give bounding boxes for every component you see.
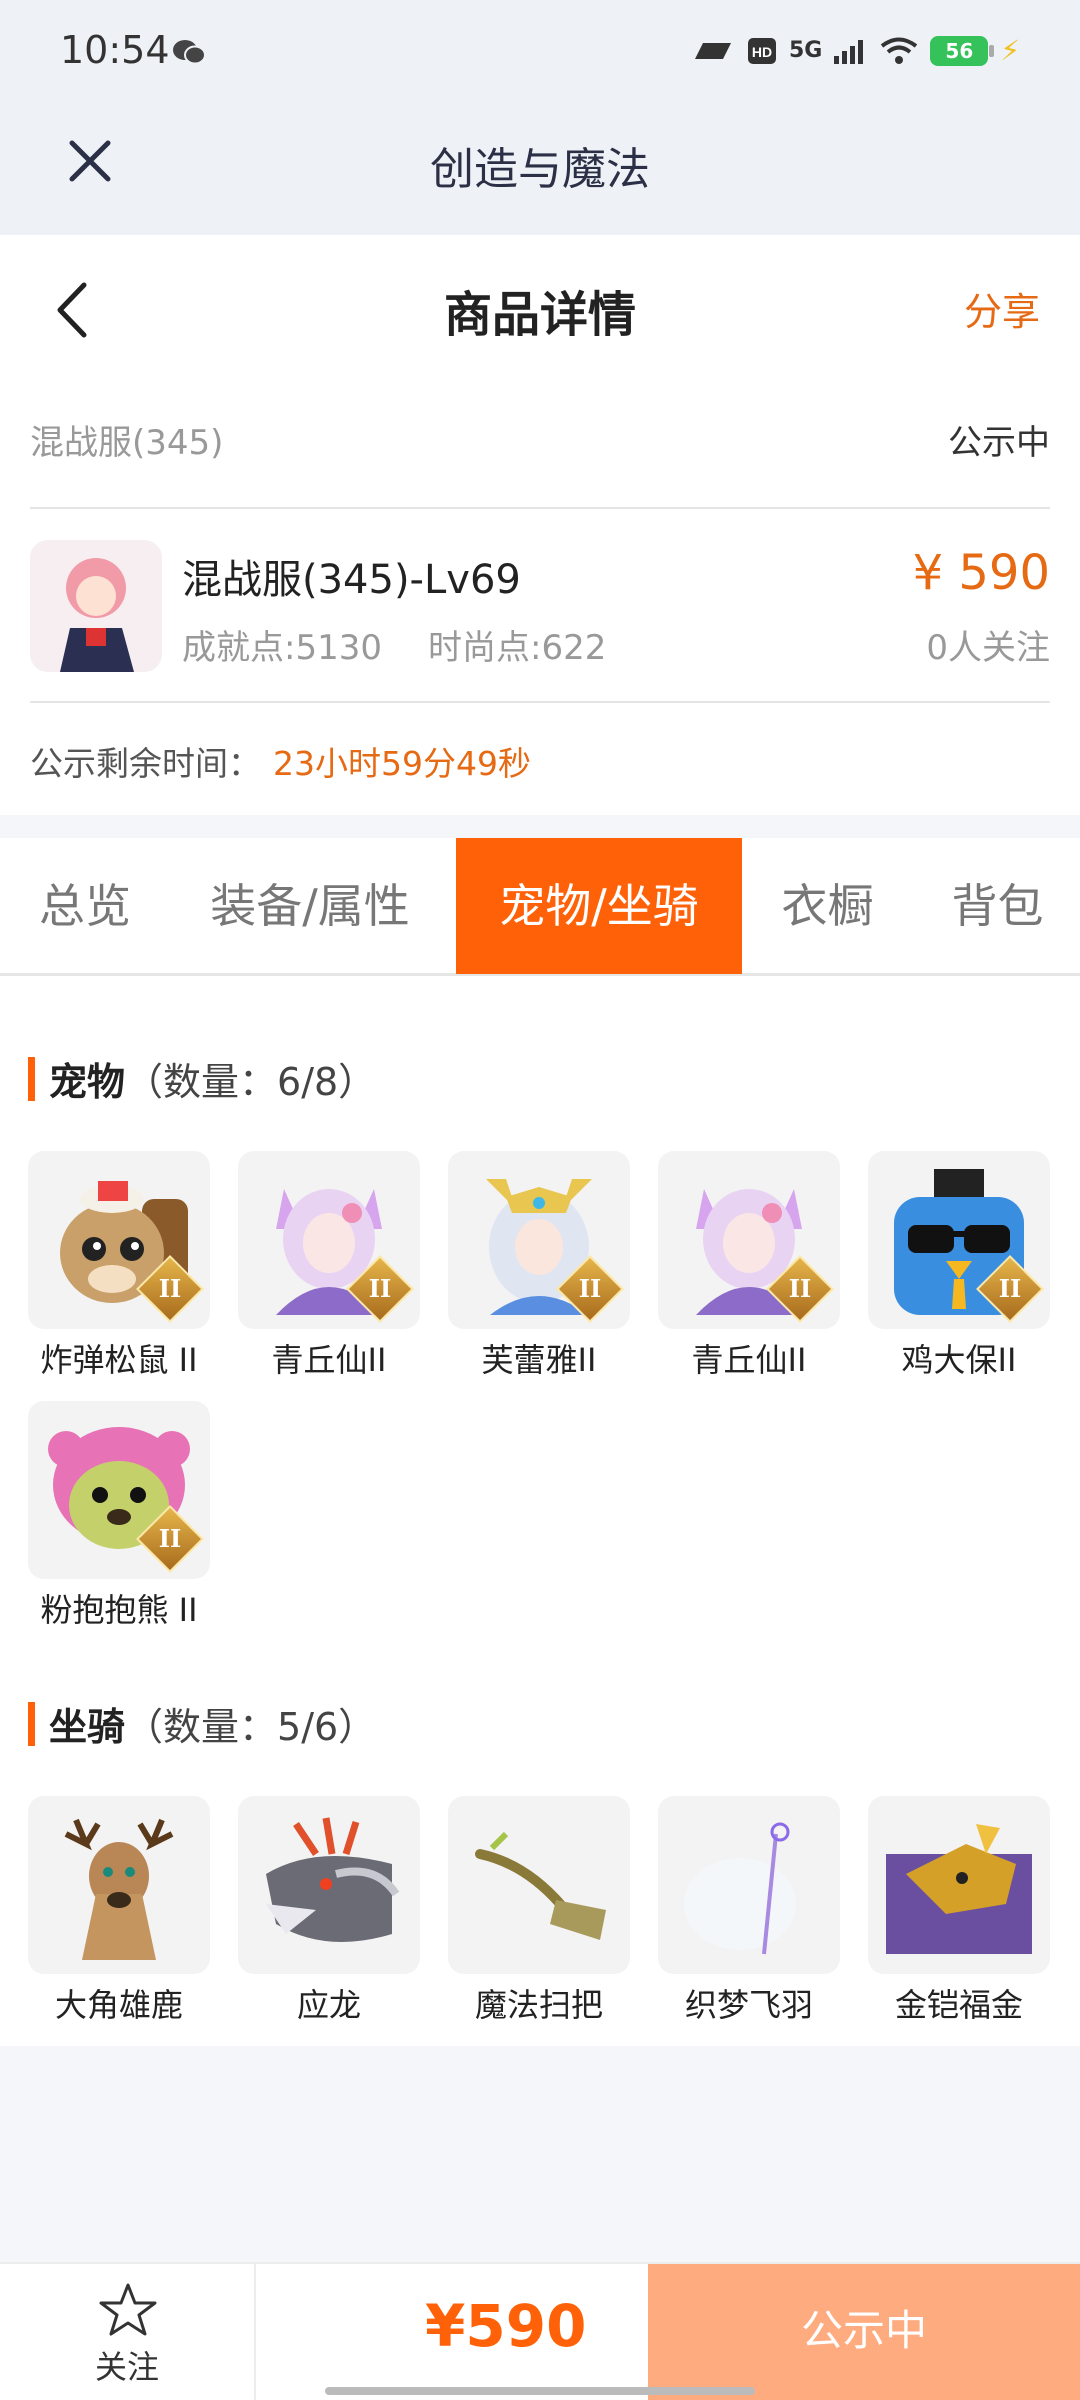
divider: [30, 507, 1050, 509]
tab-equipment[interactable]: 装备/属性: [190, 838, 430, 974]
section-accent-bar: [28, 1701, 35, 1746]
mounts-section-header: 坐骑 （数量：5/6）: [28, 1696, 376, 1751]
hd-icon: HD: [747, 37, 776, 64]
pet-name: 青丘仙II: [271, 1341, 387, 1379]
bottom-price: ¥590: [425, 2292, 587, 2360]
mount-tile[interactable]: 金铠福金: [868, 1796, 1050, 2026]
charging-icon: ⚡: [1000, 34, 1020, 67]
mount-image: [448, 1796, 630, 1974]
svg-text:HD: HD: [752, 44, 772, 60]
mount-name: 大角雄鹿: [54, 1986, 183, 2024]
tab-pets-mounts[interactable]: 宠物/坐骑: [456, 838, 742, 974]
pet-name: 鸡大保II: [901, 1341, 1017, 1379]
pet-tile[interactable]: II 青丘仙II: [658, 1151, 840, 1381]
pet-tile[interactable]: II 粉抱抱熊 II: [28, 1401, 210, 1631]
character-icon: [30, 540, 162, 672]
stag-icon: [64, 1818, 174, 1960]
fashion-points: 时尚点:622: [428, 628, 607, 668]
status-bar: 10:54 HD 5G 56 ⚡: [0, 0, 1080, 105]
section-accent-bar: [28, 1056, 35, 1101]
character-avatar: [30, 540, 162, 672]
remaining-time-value: 23小时59分49秒: [273, 744, 531, 783]
mount-image: [658, 1796, 840, 1974]
pet-tile[interactable]: II 芙蕾雅II: [448, 1151, 630, 1381]
item-title: 混战服(345)-Lv69: [182, 557, 521, 603]
mount-tile[interactable]: 大角雄鹿: [28, 1796, 210, 2026]
tab-overview[interactable]: 总览: [0, 838, 170, 974]
mount-name: 金铠福金: [894, 1986, 1023, 2024]
pet-tile[interactable]: II 鸡大保II: [868, 1151, 1050, 1381]
share-button[interactable]: 分享: [964, 281, 1040, 336]
listing-status: 公示中: [948, 423, 1050, 463]
follow-button[interactable]: 关注: [0, 2264, 256, 2400]
mount-name: 应龙: [296, 1986, 361, 2024]
pet-name: 青丘仙II: [691, 1341, 807, 1379]
star-icon: [99, 2283, 157, 2336]
mount-name: 织梦飞羽: [684, 1986, 813, 2024]
app-bar: 创造与魔法: [0, 105, 1080, 235]
mount-tile[interactable]: 魔法扫把: [448, 1796, 630, 2026]
pet-name: 炸弹松鼠 II: [40, 1341, 198, 1379]
pet-image: II: [658, 1151, 840, 1329]
golden-beast-icon: [886, 1824, 1032, 1954]
tab-wardrobe[interactable]: 衣橱: [750, 838, 905, 974]
pets-mounts-panel: 宠物 （数量：6/8） II 炸弹松鼠 II II 青丘仙II II 芙蕾雅II…: [0, 976, 1080, 2046]
achievement-points: 成就点:5130: [182, 628, 382, 668]
pets-title: 宠物: [49, 1060, 126, 1104]
divider: [30, 701, 1050, 703]
listing-card: 商品详情 分享 混战服(345) 公示中 混战服(345)-Lv69 成就点:5…: [0, 235, 1080, 815]
pet-image: II: [448, 1151, 630, 1329]
pet-image: II: [28, 1401, 210, 1579]
pets-count: （数量：6/8）: [125, 1060, 377, 1104]
pet-name: 芙蕾雅II: [481, 1341, 597, 1379]
feather-icon: [684, 1822, 796, 1955]
follow-label: 关注: [94, 2348, 159, 2386]
status-time: 10:54: [60, 28, 170, 72]
signal-hd-icon: [694, 42, 731, 59]
tab-backpack[interactable]: 背包: [920, 838, 1075, 974]
tab-bar: 总览 装备/属性 宠物/坐骑 衣橱 背包: [0, 838, 1080, 976]
wifi-icon: [881, 37, 918, 64]
mount-tile[interactable]: 织梦飞羽: [658, 1796, 840, 2026]
pet-name: 粉抱抱熊 II: [40, 1591, 198, 1629]
dragon-icon: [266, 1817, 400, 1942]
bottom-action-bar: 关注 ¥590 公示中: [0, 2262, 1080, 2400]
pet-image: II: [238, 1151, 420, 1329]
mount-image: [868, 1796, 1050, 1974]
pet-tile[interactable]: II 炸弹松鼠 II: [28, 1151, 210, 1381]
broom-icon: [475, 1831, 606, 1940]
app-title: 创造与魔法: [430, 144, 650, 195]
mount-image: [28, 1796, 210, 1974]
status-indicators: HD 5G 56 ⚡: [691, 34, 1020, 67]
follower-count: 0人关注: [926, 628, 1050, 668]
remaining-time-label: 公示剩余时间：: [30, 744, 261, 783]
home-indicator[interactable]: [325, 2387, 755, 2395]
pet-image: II: [28, 1151, 210, 1329]
page-title: 商品详情: [443, 287, 636, 343]
mount-name: 魔法扫把: [474, 1986, 603, 2024]
battery-icon: 56: [930, 35, 995, 66]
pet-tile[interactable]: II 青丘仙II: [238, 1151, 420, 1381]
public-status-button[interactable]: 公示中: [648, 2264, 1080, 2400]
item-price: ¥ 590: [912, 545, 1050, 601]
pets-section-header: 宠物 （数量：6/8）: [28, 1051, 376, 1106]
mount-image: [238, 1796, 420, 1974]
cell-signal-icon: [834, 39, 864, 64]
wechat-icon: [173, 40, 206, 65]
server-name: 混战服(345): [30, 423, 224, 463]
mount-tile[interactable]: 应龙: [238, 1796, 420, 2026]
mounts-count: （数量：5/6）: [125, 1705, 377, 1749]
network-type: 5G: [788, 38, 823, 63]
pet-image: II: [868, 1151, 1050, 1329]
mounts-title: 坐骑: [49, 1705, 126, 1749]
